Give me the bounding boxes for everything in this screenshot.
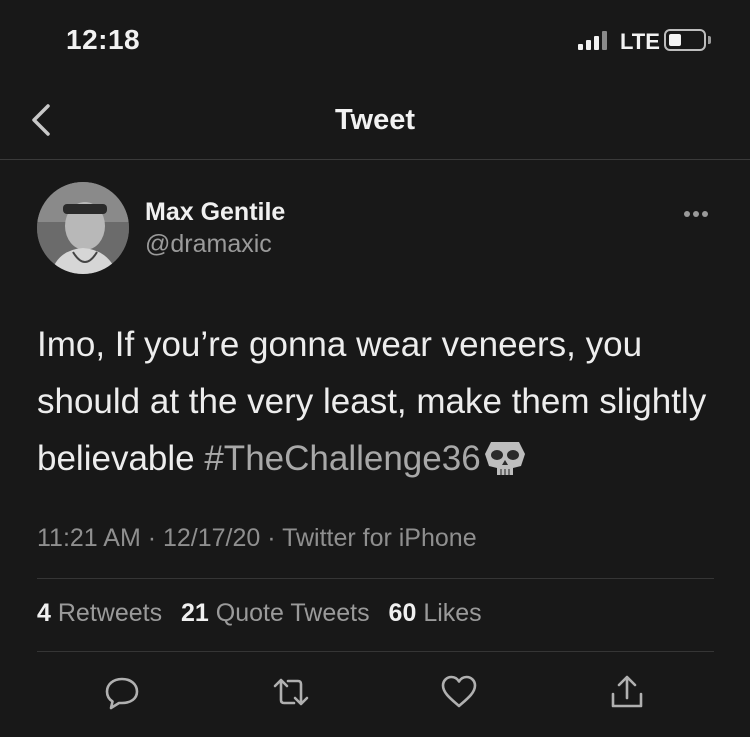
hashtag-link[interactable]: #TheChallenge36 xyxy=(204,439,480,478)
more-dot-icon xyxy=(702,211,708,217)
divider xyxy=(37,578,714,579)
quote-label: Quote Tweets xyxy=(215,599,370,627)
like-icon xyxy=(441,675,477,708)
retweet-button[interactable] xyxy=(271,672,311,712)
battery-icon xyxy=(664,29,706,51)
retweets-label: Retweets xyxy=(57,599,163,627)
like-button[interactable] xyxy=(439,672,479,712)
divider xyxy=(37,651,714,652)
cellular-signal-icon xyxy=(578,30,608,50)
retweet-icon xyxy=(273,678,309,706)
reply-button[interactable] xyxy=(102,672,142,712)
share-icon xyxy=(611,675,643,708)
more-dot-icon xyxy=(684,211,690,217)
navigation-bar: Tweet xyxy=(0,80,750,160)
retweets-stat[interactable]: 4 Retweets xyxy=(37,599,162,628)
likes-count: 60 xyxy=(388,599,417,627)
status-bar: 12:18 LTE xyxy=(0,0,750,80)
battery-nub xyxy=(708,36,711,44)
tweet-stats: 4 Retweets 21 Quote Tweets 60 Likes xyxy=(37,599,494,628)
network-type: LTE xyxy=(620,29,660,54)
reply-icon xyxy=(105,677,139,710)
author-handle[interactable]: @dramaxic xyxy=(145,230,272,259)
likes-stat[interactable]: 60 Likes xyxy=(389,599,482,628)
quote-tweets-stat[interactable]: 21 Quote Tweets xyxy=(181,599,370,628)
likes-label: Likes xyxy=(423,599,482,627)
more-options-button[interactable] xyxy=(678,208,714,220)
avatar[interactable] xyxy=(37,182,129,274)
more-dot-icon xyxy=(693,211,699,217)
quote-count: 21 xyxy=(181,599,209,627)
author-name[interactable]: Max Gentile xyxy=(145,198,285,227)
skull-icon xyxy=(484,442,525,475)
share-button[interactable] xyxy=(607,672,647,712)
retweets-count: 4 xyxy=(37,599,51,627)
tweet-metadata: 11:21 AM · 12/17/20 · Twitter for iPhone xyxy=(37,524,477,552)
page-title: Tweet xyxy=(334,104,416,136)
status-time: 12:18 xyxy=(66,24,141,55)
tweet-header: Max Gentile @dramaxic xyxy=(0,160,750,290)
tweet-text: Imo, If you’re gonna wear veneers, you s… xyxy=(37,316,727,487)
